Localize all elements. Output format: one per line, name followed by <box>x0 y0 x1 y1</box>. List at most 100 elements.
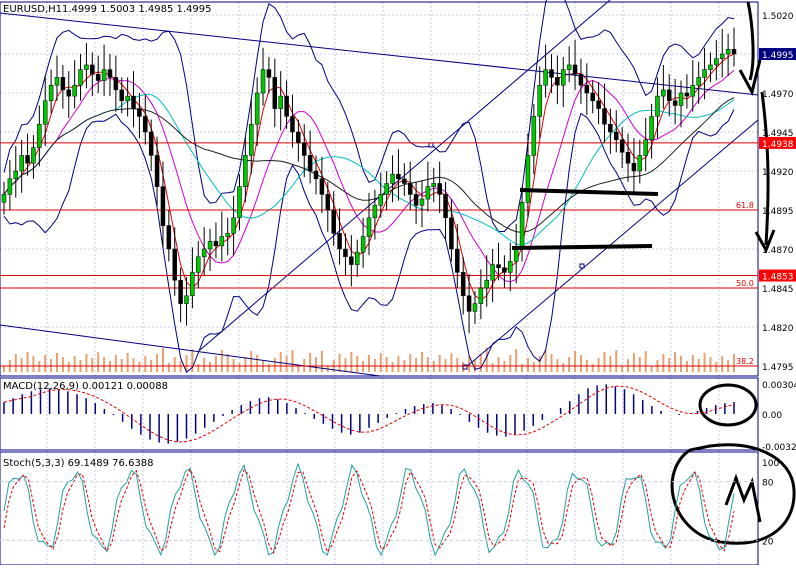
volume-bar <box>344 358 347 372</box>
candle-body <box>260 69 266 94</box>
candle-body <box>290 116 295 133</box>
candle-body <box>54 77 60 86</box>
candle-body <box>284 95 289 117</box>
volume-bar <box>91 358 94 372</box>
candle-body <box>296 131 301 144</box>
candle-body <box>313 170 319 180</box>
volume-bar <box>597 358 600 372</box>
volume-bar <box>209 362 212 372</box>
candle-body <box>196 256 201 273</box>
candle-body <box>337 233 342 250</box>
volume-bar <box>226 354 229 372</box>
candle-body <box>525 155 531 203</box>
volume-bar <box>385 357 388 372</box>
candle-body <box>655 95 660 117</box>
candle-body <box>160 186 166 226</box>
candle-body <box>78 69 83 86</box>
candle-body <box>619 139 625 153</box>
candle-body <box>484 279 489 289</box>
candle-body <box>178 279 183 304</box>
candle-body <box>561 69 566 86</box>
volume-bar <box>456 358 459 372</box>
volume-bar <box>114 355 117 372</box>
volume-bar <box>279 352 282 372</box>
candle-body <box>513 248 519 262</box>
candle-body <box>278 95 283 109</box>
candle-body <box>354 251 360 265</box>
volume-bar <box>420 352 423 372</box>
volume-bar <box>103 357 106 372</box>
volume-bar <box>715 362 718 372</box>
candle-body <box>307 155 313 172</box>
candle-body <box>407 183 413 195</box>
volume-bar <box>532 362 535 372</box>
volume-bar <box>26 352 29 372</box>
trendline-handle[interactable] <box>428 142 434 148</box>
candle-body <box>37 123 42 148</box>
candle-body <box>1 194 7 203</box>
candle-body <box>690 84 696 97</box>
level-price-tag-text: 1.4853 <box>762 273 794 283</box>
candle-body <box>508 261 513 273</box>
candle-body <box>431 183 437 187</box>
trading-chart[interactable]: 61.8 50.0 38.2 EURUSD,H1 1.4999 1.5003 1.4… <box>0 0 796 566</box>
volume-bar <box>126 353 129 372</box>
volume-bar <box>338 354 341 372</box>
volume-bar <box>562 363 565 372</box>
candle-body <box>478 287 484 304</box>
candle-body <box>572 64 578 75</box>
volume-bar <box>615 350 618 372</box>
candle-body <box>184 295 189 304</box>
volume-bar <box>350 352 353 372</box>
candle-body <box>584 84 590 94</box>
volume-bar <box>591 364 594 372</box>
candle-body <box>460 272 466 297</box>
candle-body <box>413 194 419 206</box>
candle-body <box>596 100 601 109</box>
volume-bar <box>197 364 200 372</box>
candle-body <box>666 89 672 102</box>
volume-bar <box>397 356 400 372</box>
volume-bar <box>3 366 5 372</box>
candle-body <box>237 186 242 219</box>
volume-bar <box>161 348 164 372</box>
ohlc-label: 1.4999 1.5003 1.4985 1.4995 <box>62 4 212 15</box>
volume-bar <box>721 356 724 372</box>
volume-bar <box>61 357 64 372</box>
volume-bar <box>44 355 47 372</box>
candle-body <box>148 131 154 156</box>
candle-body <box>349 256 354 265</box>
volume-bar <box>309 353 312 372</box>
volume-bar <box>515 349 518 372</box>
volume-bar <box>132 358 135 372</box>
volume-bar <box>491 363 494 372</box>
candle-body <box>543 69 548 86</box>
candle-body <box>443 194 448 219</box>
stoch-tick-label: 20 <box>762 537 774 547</box>
candle-body <box>131 95 136 109</box>
candle-body <box>449 217 454 250</box>
trendline-handle[interactable] <box>579 263 585 269</box>
candle-body <box>331 209 336 234</box>
volume-bar <box>550 354 553 372</box>
volume-bar <box>662 354 665 372</box>
candle-body <box>614 131 619 141</box>
candle-body <box>343 248 348 258</box>
volume-bar <box>574 351 577 372</box>
volume-bar <box>609 356 612 372</box>
volume-bar <box>32 356 35 372</box>
price-tick-label: 1.4870 <box>762 246 794 256</box>
candle-body <box>360 236 366 253</box>
volume-bar <box>67 362 70 372</box>
volume-bar <box>409 354 412 372</box>
candle-body <box>190 272 195 297</box>
volume-bar <box>426 357 429 372</box>
candle-body <box>113 77 119 91</box>
volume-bar <box>203 358 206 372</box>
volume-bar <box>220 350 223 372</box>
candle-body <box>231 217 236 234</box>
current-price-tag-text: 1.4995 <box>762 51 794 61</box>
candle-body <box>107 69 113 78</box>
price-tick-label: 1.4920 <box>762 168 794 178</box>
candle-body <box>590 92 595 102</box>
